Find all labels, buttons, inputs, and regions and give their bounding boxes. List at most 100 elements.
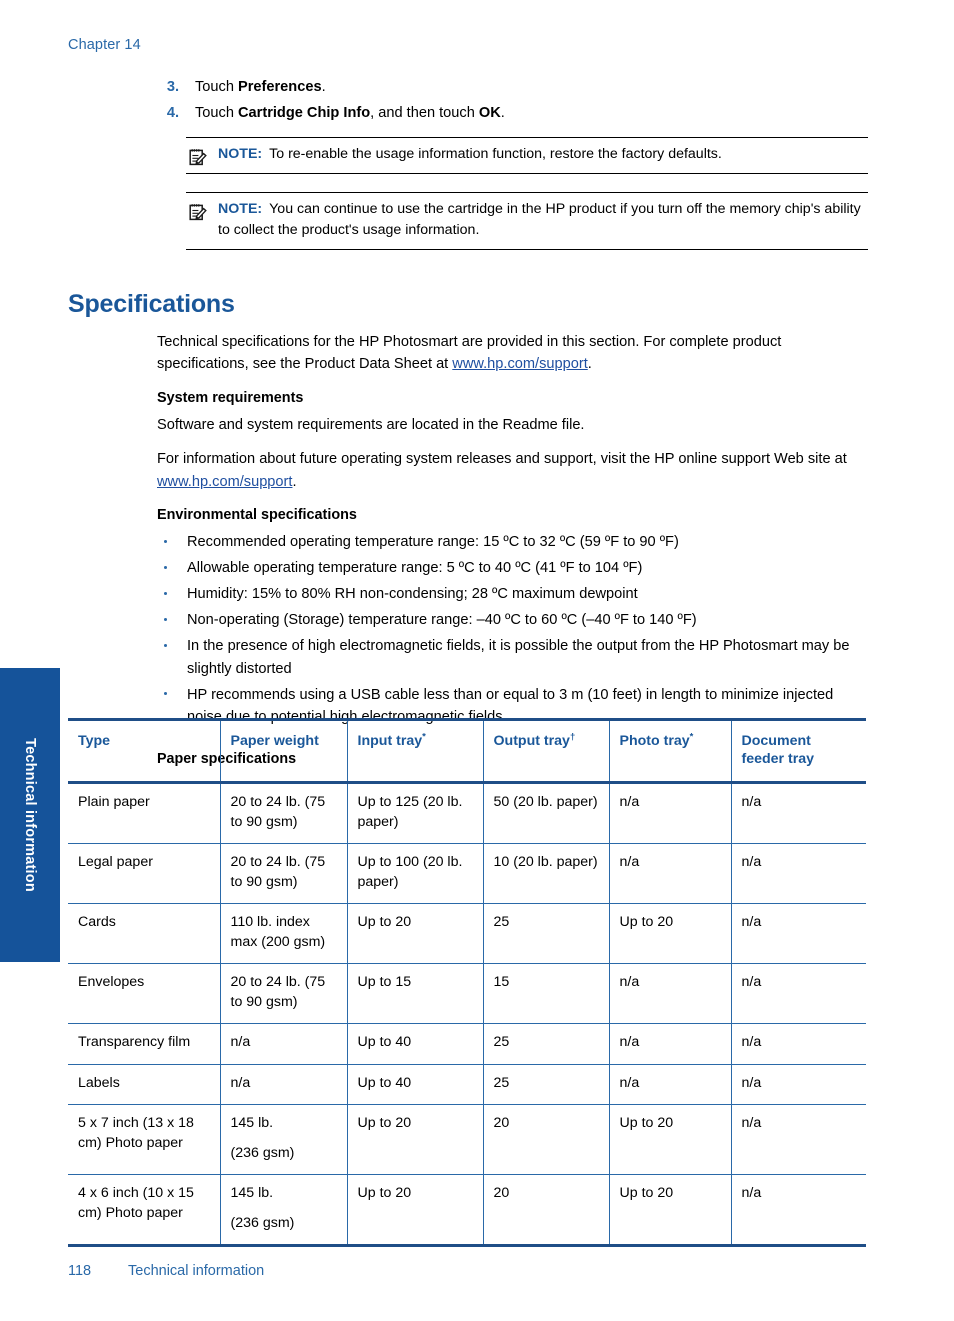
- note-text: To re-enable the usage information funct…: [269, 146, 722, 162]
- cell-weight-main: 145 lb.: [230, 1115, 274, 1131]
- cell-photo-tray: Up to 20: [608, 1174, 732, 1247]
- sysreq-text-1: For information about future operating s…: [157, 451, 847, 467]
- note-text: You can continue to use the cartridge in…: [218, 200, 861, 239]
- intro-text-2: .: [587, 356, 592, 372]
- cell-photo-tray: Up to 20: [608, 903, 732, 964]
- step-number: 3.: [166, 79, 179, 95]
- cell-document-feeder-tray: n/a: [730, 1023, 866, 1065]
- step-emphasis-2: OK: [478, 105, 501, 121]
- list-item: Non-operating (Storage) temperature rang…: [157, 609, 868, 632]
- environmental-bullet-list: Recommended operating temperature range:…: [157, 531, 868, 729]
- cell-output-tray: 20: [482, 1174, 610, 1247]
- cell-output-tray: 10 (20 lb. paper): [482, 843, 610, 904]
- cell-paper-weight: n/a: [219, 1064, 348, 1105]
- cell-weight-main: 145 lb.: [230, 1185, 274, 1201]
- column-header-mark: †: [569, 731, 576, 743]
- cell-output-tray: 25: [482, 903, 610, 964]
- cell-type: Legal paper: [68, 843, 221, 904]
- cell-document-feeder-tray: n/a: [730, 782, 866, 844]
- step-text-suffix: .: [500, 105, 505, 121]
- bullet-text: Allowable operating temperature range: 5…: [187, 560, 643, 576]
- table-row: Plain paper 20 to 24 lb. (75 to 90 gsm) …: [68, 782, 866, 844]
- cell-document-feeder-tray: n/a: [730, 1064, 866, 1105]
- sysreq-text-2: .: [292, 473, 297, 490]
- cell-document-feeder-tray: n/a: [730, 1174, 866, 1247]
- cell-output-tray: 20: [482, 1104, 610, 1175]
- note-pencil-icon: [188, 202, 208, 222]
- intro-paragraph: Technical specifications for the HP Phot…: [157, 331, 868, 376]
- cell-input-tray: Up to 20: [346, 1104, 484, 1175]
- note-content: NOTE: To re-enable the usage information …: [186, 144, 868, 166]
- page-number: 118: [68, 1263, 92, 1279]
- cell-paper-weight: 110 lb. index max (200 gsm): [219, 903, 348, 964]
- cell-type: Envelopes: [68, 963, 221, 1024]
- hp-support-link[interactable]: www.hp.com/support: [452, 356, 587, 372]
- system-requirements-para-2: For information about future operating s…: [157, 448, 868, 493]
- cell-paper-weight: n/a: [219, 1023, 348, 1065]
- cell-output-tray: 25: [482, 1064, 610, 1105]
- step-text-prefix: Touch: [195, 105, 238, 121]
- cell-input-tray: Up to 40: [346, 1023, 484, 1065]
- table-row: Labels n/a Up to 40 25 n/a n/a: [68, 1064, 866, 1105]
- cell-document-feeder-tray: n/a: [730, 903, 866, 964]
- cell-weight-main: 20 to 24 lb. (75 to 90 gsm): [230, 974, 326, 1010]
- note-box: NOTE: You can continue to use the cartrid…: [186, 191, 868, 250]
- table-row: 5 x 7 inch (13 x 18 cm) Photo paper 145 …: [68, 1104, 866, 1175]
- column-header-label: Paper weight: [230, 733, 319, 749]
- cell-document-feeder-tray: n/a: [730, 843, 866, 904]
- cell-weight-sub: (236 gsm): [230, 1144, 295, 1161]
- cell-type: Transparency film: [68, 1023, 221, 1065]
- bullet-dot-icon: [164, 617, 168, 621]
- column-header-label: Output tray: [493, 733, 570, 749]
- cell-output-tray: 50 (20 lb. paper): [482, 782, 610, 844]
- cell-type: Plain paper: [68, 782, 221, 844]
- cell-photo-tray: n/a: [608, 1023, 732, 1065]
- list-item: Humidity: 15% to 80% RH non-condensing; …: [157, 583, 868, 606]
- page-content: 3. Touch Preferences. 4. Touch Cartridge…: [68, 76, 868, 776]
- column-header-label: Input tray: [357, 733, 423, 749]
- cell-input-tray: Up to 20: [346, 1174, 484, 1247]
- column-header-type: Type: [68, 719, 221, 783]
- cell-weight-main: 110 lb. index max (200 gsm): [230, 914, 326, 950]
- cell-document-feeder-tray: n/a: [730, 963, 866, 1024]
- cell-photo-tray: Up to 20: [608, 1104, 732, 1175]
- cell-input-tray: Up to 15: [346, 963, 484, 1024]
- bullet-text: In the presence of high electromagnetic …: [187, 638, 850, 677]
- cell-photo-tray: n/a: [608, 963, 732, 1024]
- column-header-mark: *: [422, 731, 426, 743]
- step-text: Touch Cartridge Chip Info, and then touc…: [195, 102, 868, 125]
- list-item: 3. Touch Preferences.: [68, 76, 868, 99]
- cell-weight-main: 20 to 24 lb. (75 to 90 gsm): [230, 854, 326, 890]
- column-header-paper-weight: Paper weight: [219, 719, 348, 783]
- cell-document-feeder-tray: n/a: [730, 1104, 866, 1175]
- system-requirements-heading: System requirements: [157, 389, 304, 406]
- column-header-label: Photo tray: [619, 733, 690, 749]
- environmental-specifications-heading: Environmental specifications: [157, 507, 357, 523]
- page-title: Specifications: [68, 289, 235, 318]
- table-header-row: Type Paper weight Input tray* Output tra…: [68, 719, 866, 783]
- cell-output-tray: 25: [482, 1023, 610, 1065]
- thumb-tab-label: Technical information: [22, 738, 38, 892]
- cell-photo-tray: n/a: [608, 1064, 732, 1105]
- table-row: Transparency film n/a Up to 40 25 n/a n/…: [68, 1023, 866, 1065]
- column-header-label: Document feeder tray: [741, 733, 815, 767]
- cell-weight-main: n/a: [230, 1034, 251, 1050]
- list-item: In the presence of high electromagnetic …: [157, 635, 868, 680]
- cell-weight-sub: (236 gsm): [230, 1214, 295, 1231]
- note-pencil-icon: [188, 147, 208, 167]
- running-head-chapter: Chapter 14: [68, 37, 141, 53]
- list-item: 4. Touch Cartridge Chip Info, and then t…: [68, 102, 868, 125]
- cell-weight-main: 20 to 24 lb. (75 to 90 gsm): [230, 794, 326, 830]
- bullet-text: Humidity: 15% to 80% RH non-condensing; …: [187, 586, 638, 602]
- table-row: 4 x 6 inch (10 x 15 cm) Photo paper 145 …: [68, 1174, 866, 1247]
- step-text-mid: , and then touch: [370, 105, 479, 121]
- hp-support-link[interactable]: www.hp.com/support: [157, 474, 292, 490]
- bullet-dot-icon: [164, 591, 168, 595]
- column-header-input-tray: Input tray*: [346, 719, 484, 783]
- list-item: Recommended operating temperature range:…: [157, 531, 868, 554]
- table-header: Type Paper weight Input tray* Output tra…: [68, 719, 866, 783]
- cell-input-tray: Up to 40: [346, 1064, 484, 1105]
- bullet-dot-icon: [164, 643, 168, 647]
- section-thumb-tab: Technical information: [0, 668, 60, 962]
- cell-output-tray: 15: [482, 963, 610, 1024]
